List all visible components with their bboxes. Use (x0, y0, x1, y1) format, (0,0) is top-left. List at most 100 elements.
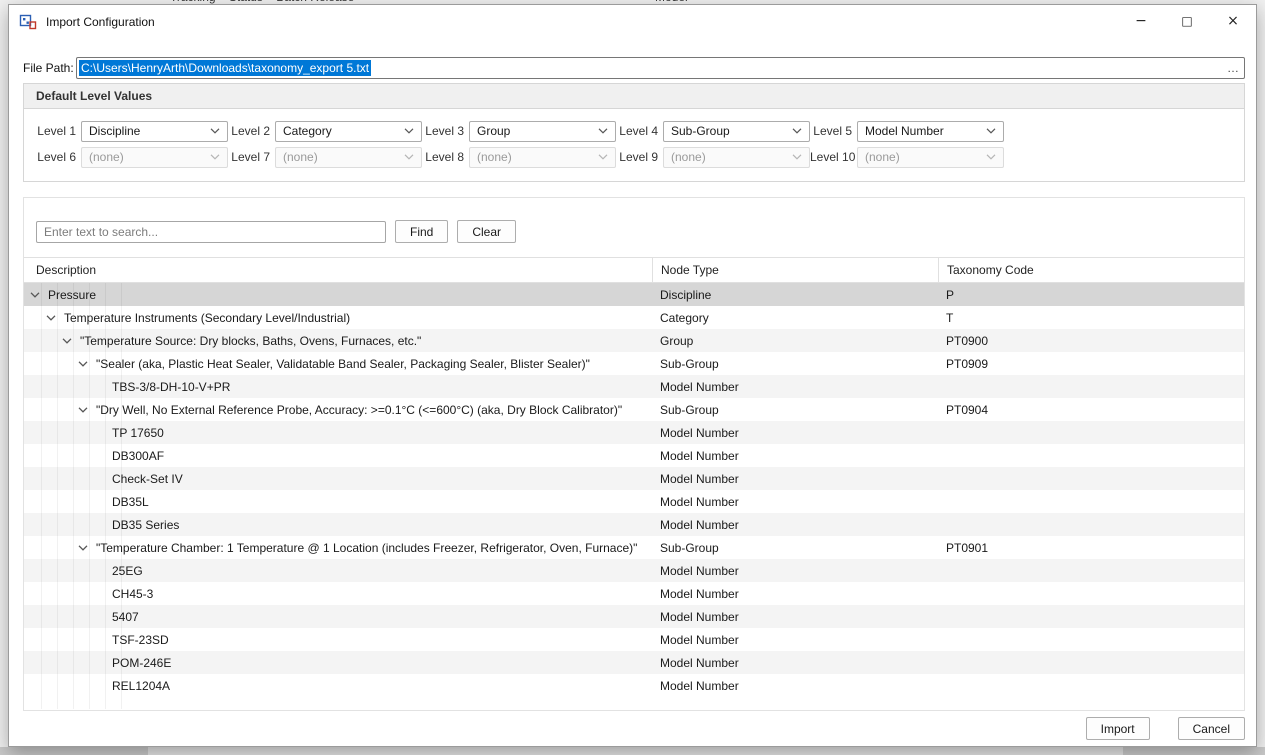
row-description: TP 17650 (112, 426, 164, 440)
row-description: CH45-3 (112, 587, 153, 601)
expand-chevron-icon[interactable] (27, 292, 43, 298)
dropdown-selected-value: (none) (865, 150, 900, 164)
expand-chevron-icon[interactable] (43, 315, 59, 321)
default-level-values-header: Default Level Values (24, 84, 1244, 109)
chevron-down-icon (210, 128, 220, 134)
dropdown-selected-value: (none) (89, 150, 124, 164)
row-node-type: Sub-Group (652, 357, 938, 371)
chevron-down-icon (792, 154, 802, 160)
tree-row[interactable]: TP 17650Model Number (24, 421, 1244, 444)
clear-button[interactable]: Clear (457, 220, 516, 243)
tree-row[interactable]: TSF-23SDModel Number (24, 628, 1244, 651)
tree-row[interactable]: Check-Set IVModel Number (24, 467, 1244, 490)
row-description: TSF-23SD (112, 633, 169, 647)
chevron-down-icon (210, 154, 220, 160)
expand-chevron-icon[interactable] (75, 545, 91, 551)
file-path-row: File Path: C:\Users\HenryArth\Downloads\… (23, 57, 1245, 79)
dialog-titlebar: Import Configuration − □ × (9, 5, 1256, 39)
row-node-type: Sub-Group (652, 403, 938, 417)
level-label: Level 7 (228, 150, 270, 164)
tree-row[interactable]: "Temperature Chamber: 1 Temperature @ 1 … (24, 536, 1244, 559)
row-description: TBS-3/8-DH-10-V+PR (112, 380, 230, 394)
row-node-type: Model Number (652, 679, 938, 693)
taxonomy-tree-panel: Find Clear Description Node Type Taxonom… (23, 197, 1245, 711)
maximize-button[interactable]: □ (1164, 5, 1210, 36)
level-cell: Level 4Sub-Group (616, 120, 810, 142)
tree-row[interactable]: 5407 Model Number (24, 605, 1244, 628)
level-5-dropdown[interactable]: Model Number (857, 121, 1004, 142)
level-1-dropdown[interactable]: Discipline (81, 121, 228, 142)
level-2-dropdown[interactable]: Category (275, 121, 422, 142)
expand-chevron-icon[interactable] (59, 338, 75, 344)
level-4-dropdown[interactable]: Sub-Group (663, 121, 810, 142)
row-description-cell: Pressure (24, 288, 652, 302)
close-button[interactable]: × (1210, 5, 1256, 36)
level-cell: Level 5Model Number (810, 120, 1004, 142)
row-description: "Dry Well, No External Reference Probe, … (96, 403, 622, 417)
row-node-type: Model Number (652, 564, 938, 578)
tree-row[interactable]: DB35 SeriesModel Number (24, 513, 1244, 536)
row-description: REL1204A (112, 679, 170, 693)
file-path-input[interactable]: C:\Users\HenryArth\Downloads\taxonomy_ex… (76, 57, 1245, 79)
minimize-button[interactable]: − (1118, 5, 1164, 36)
row-description: Temperature Instruments (Secondary Level… (64, 311, 350, 325)
level-cell: Level 6 (none) (34, 146, 228, 168)
row-description-cell: CH45-3 (24, 587, 652, 601)
desktop-background: Tracking Status Batch Release Model Impo… (0, 0, 1265, 755)
level-label: Level 8 (422, 150, 464, 164)
row-description-cell: 25EG (24, 564, 652, 578)
level-label: Level 9 (616, 150, 658, 164)
expand-chevron-icon[interactable] (75, 361, 91, 367)
row-node-type: Model Number (652, 380, 938, 394)
browse-button[interactable]: … (1224, 58, 1242, 78)
row-taxonomy-code: PT0904 (938, 403, 1244, 417)
row-description: "Temperature Source: Dry blocks, Baths, … (80, 334, 421, 348)
chevron-down-icon (986, 128, 996, 134)
dropdown-selected-value: Group (477, 124, 510, 138)
row-node-type: Model Number (652, 610, 938, 624)
row-node-type: Category (652, 311, 938, 325)
tree-row[interactable]: DB300AFModel Number (24, 444, 1244, 467)
level-9-dropdown: (none) (663, 147, 810, 168)
tree-row[interactable]: "Sealer (aka, Plastic Heat Sealer, Valid… (24, 352, 1244, 375)
level-cell: Level 3 Group (422, 120, 616, 142)
level-8-dropdown: (none) (469, 147, 616, 168)
tree-body: PressureDisciplineP Temperature Instrumen… (24, 283, 1244, 709)
tree-row[interactable]: POM-246EModel Number (24, 651, 1244, 674)
dropdown-selected-value: Sub-Group (671, 124, 730, 138)
import-button[interactable]: Import (1086, 717, 1150, 740)
row-description: DB35 Series (112, 518, 179, 532)
row-description-cell: Temperature Instruments (Secondary Level… (24, 311, 652, 325)
level-label: Level 6 (34, 150, 76, 164)
column-header-node-type[interactable]: Node Type (652, 258, 938, 282)
tree-row[interactable]: "Dry Well, No External Reference Probe, … (24, 398, 1244, 421)
dropdown-selected-value: (none) (283, 150, 318, 164)
tree-row[interactable]: CH45-3 Model Number (24, 582, 1244, 605)
column-header-description[interactable]: Description (24, 258, 652, 282)
dropdown-selected-value: (none) (477, 150, 512, 164)
background-app-bottom-inner (148, 747, 1123, 755)
row-node-type: Model Number (652, 587, 938, 601)
level-3-dropdown[interactable]: Group (469, 121, 616, 142)
tree-row[interactable]: 25EG Model Number (24, 559, 1244, 582)
find-button[interactable]: Find (395, 220, 448, 243)
tree-row[interactable]: DB35LModel Number (24, 490, 1244, 513)
level-label: Level 3 (422, 124, 464, 138)
search-input[interactable] (36, 221, 386, 243)
row-description-cell: "Sealer (aka, Plastic Heat Sealer, Valid… (24, 357, 652, 371)
row-description: 5407 (112, 610, 139, 624)
tree-table-header: Description Node Type Taxonomy Code (24, 257, 1244, 283)
expand-chevron-icon[interactable] (75, 407, 91, 413)
tree-row[interactable]: TBS-3/8-DH-10-V+PR Model Number (24, 375, 1244, 398)
tree-row[interactable]: Temperature Instruments (Secondary Level… (24, 306, 1244, 329)
tree-row[interactable]: PressureDisciplineP (24, 283, 1244, 306)
row-description: DB300AF (112, 449, 164, 463)
row-node-type: Discipline (652, 288, 938, 302)
tree-row[interactable]: REL1204A Model Number (24, 674, 1244, 697)
row-description-cell: DB35 Series (24, 518, 652, 532)
row-description: 25EG (112, 564, 143, 578)
tree-row[interactable]: "Temperature Source: Dry blocks, Baths, … (24, 329, 1244, 352)
level-cell: Level 9 (none) (616, 146, 810, 168)
cancel-button[interactable]: Cancel (1178, 717, 1245, 740)
column-header-taxonomy-code[interactable]: Taxonomy Code (938, 258, 1244, 282)
